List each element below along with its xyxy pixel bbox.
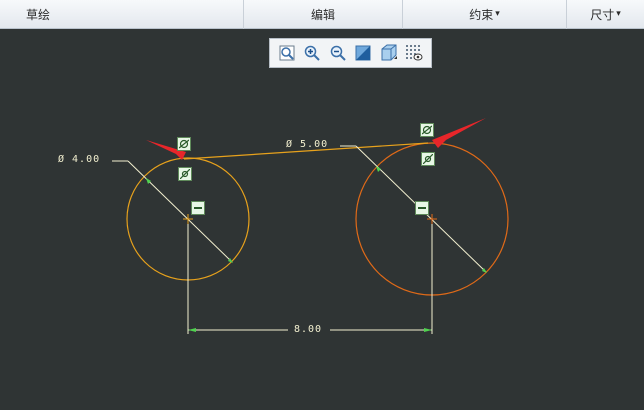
sketch-geometry [112, 118, 509, 334]
sketch-canvas[interactable]: Ø 4.00 Ø 5.00 8.00 [0, 30, 644, 410]
horizontal-constraint-icon[interactable] [415, 201, 429, 215]
tangent-constraint-icon[interactable] [177, 137, 191, 151]
distance-arrow-right [424, 328, 432, 332]
distance-arrow-left [188, 328, 196, 332]
menu-dimension[interactable]: 尺寸 ▾ [566, 0, 644, 29]
point-on-entity-icon[interactable] [178, 167, 192, 181]
point-on-entity-icon[interactable] [421, 152, 435, 166]
horizontal-constraint-icon[interactable] [191, 201, 205, 215]
menu-edit-label: 编辑 [310, 7, 335, 22]
menu-constrain-label: 约束 [469, 7, 494, 22]
right-diameter-arrow-top [376, 166, 381, 172]
center-distance-value[interactable]: 8.00 [294, 324, 322, 335]
chevron-down-icon: ▾ [616, 9, 621, 19]
menu-constrain[interactable]: 约束 ▾ [402, 0, 566, 29]
chevron-down-icon: ▾ [495, 9, 500, 19]
tangent-constraint-icon[interactable] [420, 123, 434, 137]
menu-sketch-label: 草绘 [26, 7, 51, 22]
menu-sketch[interactable]: 草绘 [0, 0, 243, 29]
red-arrow-right [432, 118, 486, 148]
right-diameter-value[interactable]: Ø 5.00 [286, 139, 328, 150]
menu-bar: 草绘 编辑 约束 ▾ 尺寸 ▾ [0, 0, 644, 29]
menu-dimension-label: 尺寸 [590, 7, 615, 22]
menu-edit[interactable]: 编辑 [243, 0, 402, 29]
left-diameter-value[interactable]: Ø 4.00 [58, 154, 100, 165]
